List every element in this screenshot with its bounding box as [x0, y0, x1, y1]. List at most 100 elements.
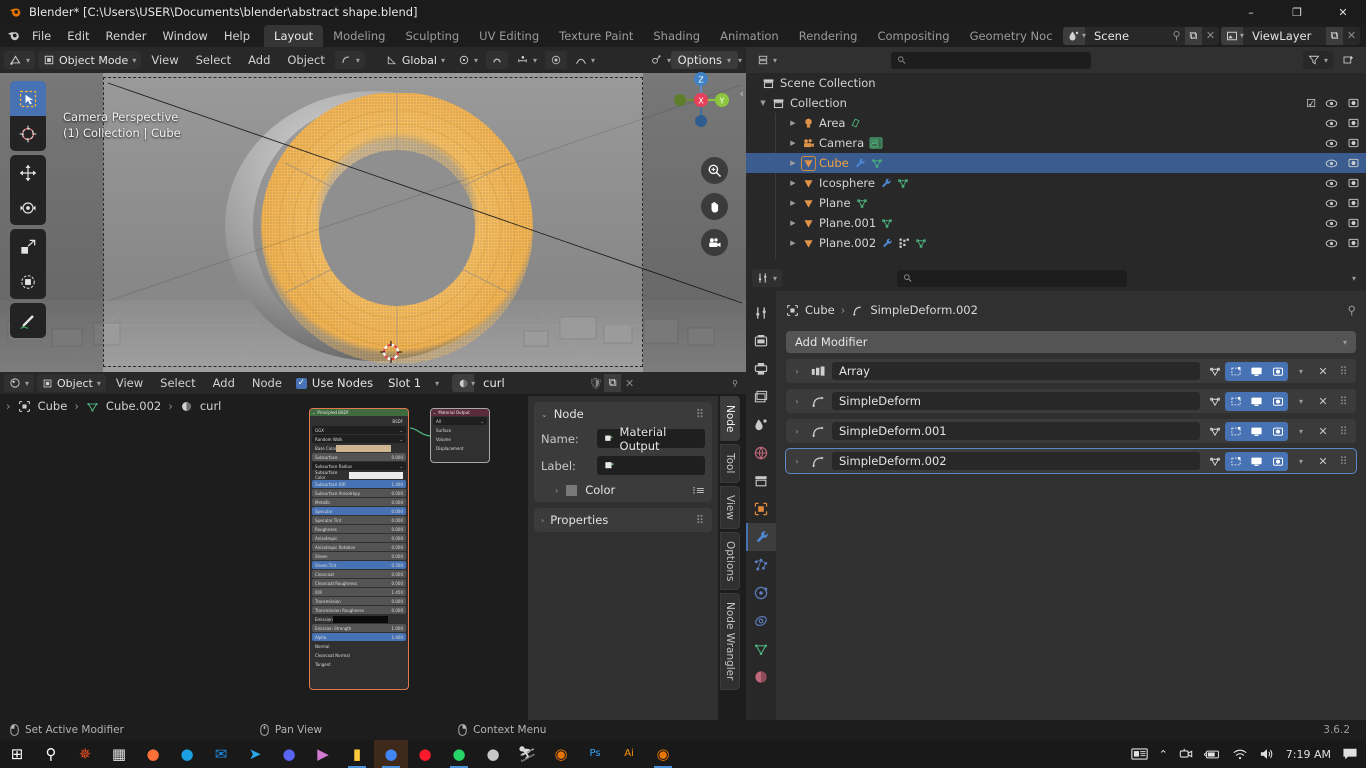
item-disclosure-icon[interactable]: ▶ [786, 239, 800, 247]
tray-chevron-icon[interactable]: ⌃ [1159, 748, 1168, 761]
node-bsdf-field-sheen[interactable]: Sheen 0.000 [312, 552, 406, 560]
taskbar-start-button[interactable]: ⊞ [0, 740, 34, 768]
toggle-edit-mode-display[interactable] [1204, 422, 1225, 441]
outliner-new-collection-button[interactable] [1336, 51, 1360, 69]
tool-tab[interactable] [746, 299, 776, 327]
menu-render[interactable]: Render [98, 26, 155, 46]
transform-tool[interactable] [10, 264, 46, 299]
outliner-editor[interactable]: ▾ ▾ Scene Collection ▼ Collection ☑ ▶ Ar… [746, 47, 1366, 265]
node-bsdf-field-transmission[interactable]: Transmission 0.000 [312, 597, 406, 605]
news-icon[interactable] [1130, 747, 1148, 761]
shader-menu-view[interactable]: View [109, 374, 150, 392]
outliner-item-icosphere[interactable]: ▶ Icosphere [746, 173, 1366, 193]
pin-icon[interactable]: ⚲ [1348, 303, 1356, 317]
properties-section[interactable]: › Properties ⠿ [534, 508, 712, 532]
delete-viewlayer-icon[interactable]: ✕ [1343, 27, 1360, 45]
eye-icon[interactable] [1325, 218, 1338, 229]
eye-icon[interactable] [1325, 138, 1338, 149]
modifier-delete-icon[interactable]: ✕ [1314, 365, 1332, 378]
physics-tab[interactable] [746, 579, 776, 607]
item-disclosure-icon[interactable]: ▶ [786, 199, 800, 207]
toggle-cage-display[interactable] [1225, 451, 1246, 471]
taskbar-mail-icon[interactable]: ✉ [204, 740, 238, 768]
shader-editor-type[interactable]: ▾ [4, 374, 35, 392]
toggle-edit-mode-display[interactable] [1204, 452, 1225, 471]
modifier-drag-handle[interactable]: ⠿ [1336, 395, 1352, 408]
viewport-menu-select[interactable]: Select [189, 51, 238, 69]
taskbar-opera-icon[interactable]: ● [408, 740, 442, 768]
node-output-surface[interactable]: Surface [433, 426, 487, 434]
modifier-row-simpledeform.001[interactable]: › SimpleDeform.001 ▾ ✕ ⠿ [786, 419, 1356, 443]
toggle-realtime-display[interactable] [1246, 421, 1267, 441]
outliner-filter-button[interactable]: ▾ [1302, 51, 1333, 69]
node-sidebar-panel[interactable]: ⌄ Node ⠿ Name: Material Output Label: › … [528, 396, 718, 760]
modifier-extras-icon[interactable]: ▾ [1292, 457, 1310, 466]
taskbar-chrome-icon[interactable]: ● [374, 740, 408, 768]
shading-type-selector[interactable]: Object ▾ [37, 374, 106, 392]
toggle-cage-display[interactable] [1225, 421, 1246, 441]
pin-scene-icon[interactable]: ⚲ [1168, 27, 1185, 45]
node-bsdf-field-subsurface-radius[interactable]: Subsurface Radius ⌄ [312, 462, 406, 470]
taskbar-file-explorer-icon[interactable]: ▮ [340, 740, 374, 768]
new-material-icon[interactable]: ⧉ [604, 374, 622, 392]
modifier-expand-icon[interactable]: › [790, 397, 804, 406]
modifier-name-field[interactable]: Array [832, 362, 1200, 380]
node-bsdf-field-specular-tint[interactable]: Specular Tint 0.000 [312, 516, 406, 524]
node-bsdf-subsurface-method[interactable]: Random Walk ⌄ [312, 435, 406, 443]
taskbar-edge-icon[interactable]: ● [170, 740, 204, 768]
viewport-menu-view[interactable]: View [144, 51, 185, 69]
new-scene-icon[interactable]: ⧉ [1184, 26, 1202, 45]
modifier-row-simpledeform.002[interactable]: › SimpleDeform.002 ▾ ✕ ⠿ [785, 448, 1357, 474]
menu-help[interactable]: Help [216, 26, 258, 46]
node-output-displacement[interactable]: Displacement [433, 444, 487, 452]
scene-tab[interactable] [746, 411, 776, 439]
hand-icon[interactable] [701, 193, 728, 220]
toggle-cage-display[interactable] [1225, 391, 1246, 411]
object-tab[interactable] [746, 495, 776, 523]
workspace-tab-layout[interactable]: Layout [264, 24, 324, 47]
sidebar-tab-options[interactable]: Options [720, 531, 740, 591]
minimize-button[interactable]: – [1228, 0, 1274, 24]
shader-breadcrumb-mesh[interactable]: Cube.002 [106, 399, 161, 413]
mesh-data-icon[interactable] [856, 197, 868, 209]
modifier-icon[interactable] [854, 157, 866, 169]
node-bsdf-field-subsurface-ior[interactable]: Subsurface IOR 1.400 [312, 480, 406, 488]
camera-render-icon[interactable] [1347, 117, 1360, 129]
shader-menu-node[interactable]: Node [245, 374, 289, 392]
eye-icon[interactable] [1325, 238, 1338, 249]
camera-privacy-icon[interactable] [1179, 747, 1193, 761]
material-tab[interactable] [746, 663, 776, 691]
viewlayer-selector[interactable]: ▾ ViewLayer ⧉ ✕ [1220, 26, 1360, 45]
breadcrumb-back-icon[interactable]: › [6, 399, 11, 413]
modifier-delete-icon[interactable]: ✕ [1314, 425, 1332, 438]
snap-magnet-toggle[interactable] [485, 51, 508, 69]
toggle-render-display[interactable] [1267, 361, 1288, 381]
material-name[interactable]: curl [477, 374, 588, 392]
modifier-tab[interactable] [746, 523, 776, 551]
taskbar-store-icon[interactable]: ▦ [102, 740, 136, 768]
data-tab[interactable] [746, 635, 776, 663]
light-data-icon[interactable] [850, 117, 862, 129]
viewport-options-dropdown[interactable]: Options ▾ [670, 51, 738, 69]
constraints-tab[interactable] [746, 607, 776, 635]
workspace-tab-texture-paint[interactable]: Texture Paint [549, 25, 643, 47]
modifier-row-simpledeform[interactable]: › SimpleDeform ▾ ✕ ⠿ [786, 389, 1356, 413]
annotate-tool[interactable] [10, 303, 46, 338]
use-nodes-checkbox[interactable]: ✓ [295, 377, 307, 389]
object-mode-selector[interactable]: Object Mode ▾ [38, 51, 142, 69]
modifier-delete-icon[interactable]: ✕ [1314, 395, 1332, 408]
transform-orientation-selector[interactable]: Global ▾ [380, 51, 450, 69]
workspace-tab-sculpting[interactable]: Sculpting [395, 25, 469, 47]
outliner-item-plane.001[interactable]: ▶ Plane.001 [746, 213, 1366, 233]
node-bsdf-field-anisotropic[interactable]: Anisotropic 0.000 [312, 534, 406, 542]
toggle-render-display[interactable] [1267, 451, 1288, 471]
battery-icon[interactable] [1203, 748, 1221, 761]
scene-name[interactable]: Scene [1087, 26, 1168, 45]
collection-checkbox[interactable]: ☑ [1306, 97, 1316, 110]
outliner-search-input[interactable] [891, 51, 1091, 69]
node-output-target[interactable]: All ⌄ [433, 417, 487, 425]
scale-tool[interactable] [10, 229, 46, 264]
node-output-header[interactable]: ⌄ Material Output [431, 409, 489, 416]
blender-menu-icon[interactable] [2, 28, 24, 43]
item-disclosure-icon[interactable]: ▶ [786, 159, 800, 167]
